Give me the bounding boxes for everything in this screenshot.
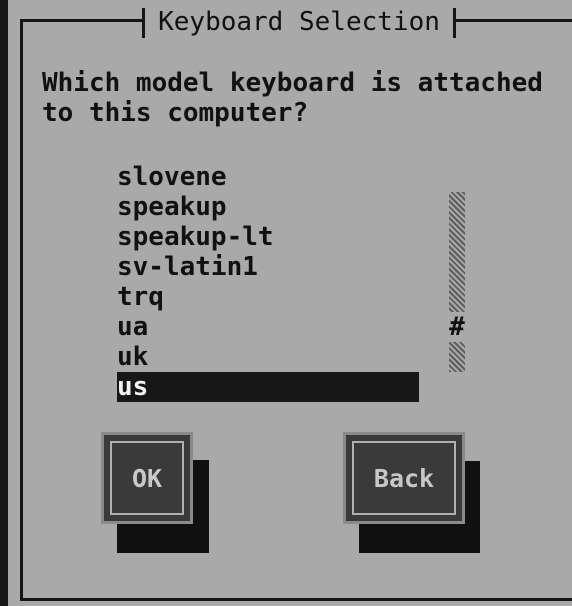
keyboard-model-list[interactable]: slovene speakup speakup-lt sv-latin1 trq… [117, 162, 419, 404]
back-button-label: Back [352, 441, 456, 515]
ok-button-label: OK [110, 441, 184, 515]
keyboard-option-speakup-lt[interactable]: speakup-lt [117, 222, 419, 252]
keyboard-option-trq[interactable]: trq [117, 282, 419, 312]
keyboard-option-sv-latin1[interactable]: sv-latin1 [117, 252, 419, 282]
keyboard-option-speakup[interactable]: speakup [117, 192, 419, 222]
keyboard-option-slovene[interactable]: slovene [117, 162, 419, 192]
dialog-border-top-right [456, 19, 572, 22]
keyboard-option-us-selected[interactable]: us [117, 372, 419, 402]
title-divider-right [453, 8, 456, 38]
dialog-border-bottom [20, 598, 572, 601]
dialog-border-top-left [20, 19, 142, 22]
keyboard-option-uk[interactable]: uk [117, 342, 419, 372]
dialog-title: Keyboard Selection [158, 7, 440, 37]
ok-button[interactable]: OK [101, 432, 193, 524]
keyboard-selection-dialog: Keyboard Selection Which model keyboard … [0, 0, 572, 606]
dialog-border-left [20, 19, 23, 601]
list-scrollbar-thumb[interactable]: # [449, 312, 465, 342]
back-button[interactable]: Back [343, 432, 465, 524]
keyboard-option-ua[interactable]: ua [117, 312, 419, 342]
list-scrollbar-track[interactable] [449, 192, 465, 372]
keyboard-prompt: Which model keyboard is attached to this… [42, 68, 543, 128]
